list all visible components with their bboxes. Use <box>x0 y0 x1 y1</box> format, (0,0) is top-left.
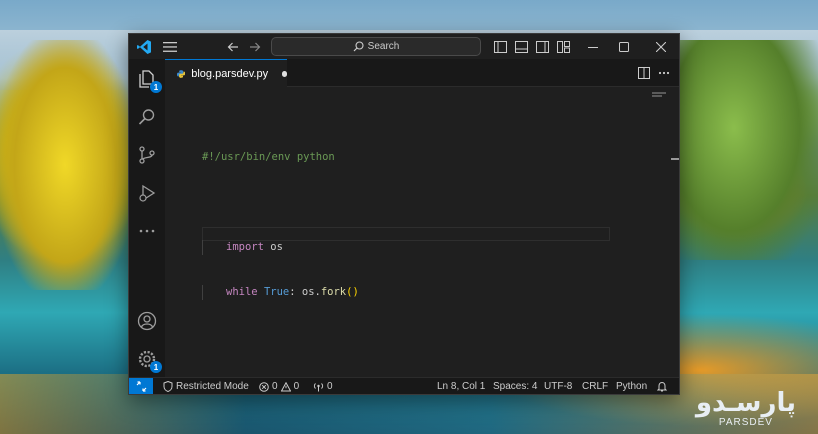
python-file-icon <box>177 69 186 78</box>
language-mode[interactable]: Python <box>616 379 647 394</box>
code-content[interactable]: #!/usr/bin/env python import os while Tr… <box>202 120 359 330</box>
toggle-primary-sidebar-icon[interactable] <box>492 39 508 55</box>
activity-bar: 1 1 <box>129 59 165 377</box>
notifications-button[interactable] <box>657 379 667 394</box>
unsaved-dot-icon[interactable] <box>282 70 287 77</box>
split-editor-icon[interactable] <box>636 65 652 81</box>
restricted-mode-label: Restricted Mode <box>176 381 249 392</box>
remote-icon <box>136 380 146 392</box>
bell-icon <box>657 381 667 392</box>
vscode-window: Search 1 1 blog.parsdev.py #!/usr/bin/en… <box>128 33 680 395</box>
eol-setting[interactable]: CRLF <box>582 379 608 394</box>
minimize-icon[interactable] <box>578 37 608 57</box>
tab-bar: blog.parsdev.py <box>165 59 679 87</box>
account-icon <box>137 311 157 331</box>
watermark-logo: پارسـدو <box>695 388 796 418</box>
parsdev-watermark: پارسـدو PARSDEV <box>696 389 796 428</box>
customize-layout-icon[interactable] <box>555 39 571 55</box>
minimap[interactable] <box>652 92 670 100</box>
accounts-button[interactable] <box>135 309 159 333</box>
explorer-button[interactable]: 1 <box>135 67 162 93</box>
ports-indicator[interactable]: 0 <box>313 379 333 394</box>
code-line-import: import os <box>202 240 359 255</box>
maximize-icon[interactable] <box>609 37 639 57</box>
tab-label: blog.parsdev.py <box>191 67 269 80</box>
run-debug-button[interactable] <box>135 181 159 205</box>
background-yellow-tree <box>0 40 130 290</box>
more-views-button[interactable] <box>135 219 159 243</box>
error-icon <box>259 381 269 392</box>
source-control-button[interactable] <box>135 143 159 167</box>
code-line-shebang: #!/usr/bin/env python <box>202 151 335 163</box>
warning-count: 0 <box>293 381 300 392</box>
back-arrow-icon[interactable] <box>225 39 241 55</box>
problems-indicator[interactable]: 0 0 <box>259 379 299 394</box>
code-editor[interactable]: #!/usr/bin/env python import os while Tr… <box>165 87 679 377</box>
settings-badge: 1 <box>150 361 162 373</box>
title-bar: Search <box>129 34 679 59</box>
shield-icon <box>163 381 173 392</box>
search-label: Search <box>367 41 400 52</box>
code-line-while: while True: os.fork() <box>202 285 359 300</box>
status-bar: Restricted Mode 0 0 0 Ln 8, Col 1 Spaces… <box>129 377 679 394</box>
indentation-setting[interactable]: Spaces: 4 <box>493 379 537 394</box>
ellipsis-icon <box>139 229 155 233</box>
forward-arrow-icon[interactable] <box>247 39 263 55</box>
broadcast-icon <box>313 382 324 391</box>
menu-icon[interactable] <box>162 39 178 55</box>
encoding-setting[interactable]: UTF-8 <box>544 379 572 394</box>
ports-count: 0 <box>327 381 333 392</box>
search-icon <box>138 109 155 125</box>
manage-button[interactable]: 1 <box>135 347 162 373</box>
background-green-tree <box>678 40 818 260</box>
tab-blog-parsdev-py[interactable]: blog.parsdev.py <box>165 59 287 87</box>
more-actions-icon[interactable] <box>656 65 672 81</box>
scrollbar-cursor-marker <box>671 158 679 160</box>
vscode-logo-icon <box>135 38 153 56</box>
command-center-search[interactable]: Search <box>271 37 481 56</box>
search-icon <box>353 41 364 52</box>
toggle-panel-icon[interactable] <box>513 39 529 55</box>
search-view-button[interactable] <box>135 105 159 129</box>
remote-indicator[interactable] <box>129 378 153 394</box>
source-control-icon <box>139 146 155 164</box>
watermark-brand: PARSDEV <box>718 417 773 428</box>
error-count: 0 <box>272 381 278 392</box>
explorer-badge: 1 <box>150 81 162 93</box>
toggle-secondary-sidebar-icon[interactable] <box>534 39 550 55</box>
cursor-position[interactable]: Ln 8, Col 1 <box>437 379 485 394</box>
run-debug-icon <box>139 184 156 202</box>
restricted-mode-indicator[interactable]: Restricted Mode <box>163 379 249 394</box>
close-icon[interactable] <box>646 37 676 57</box>
warning-icon <box>280 381 291 391</box>
